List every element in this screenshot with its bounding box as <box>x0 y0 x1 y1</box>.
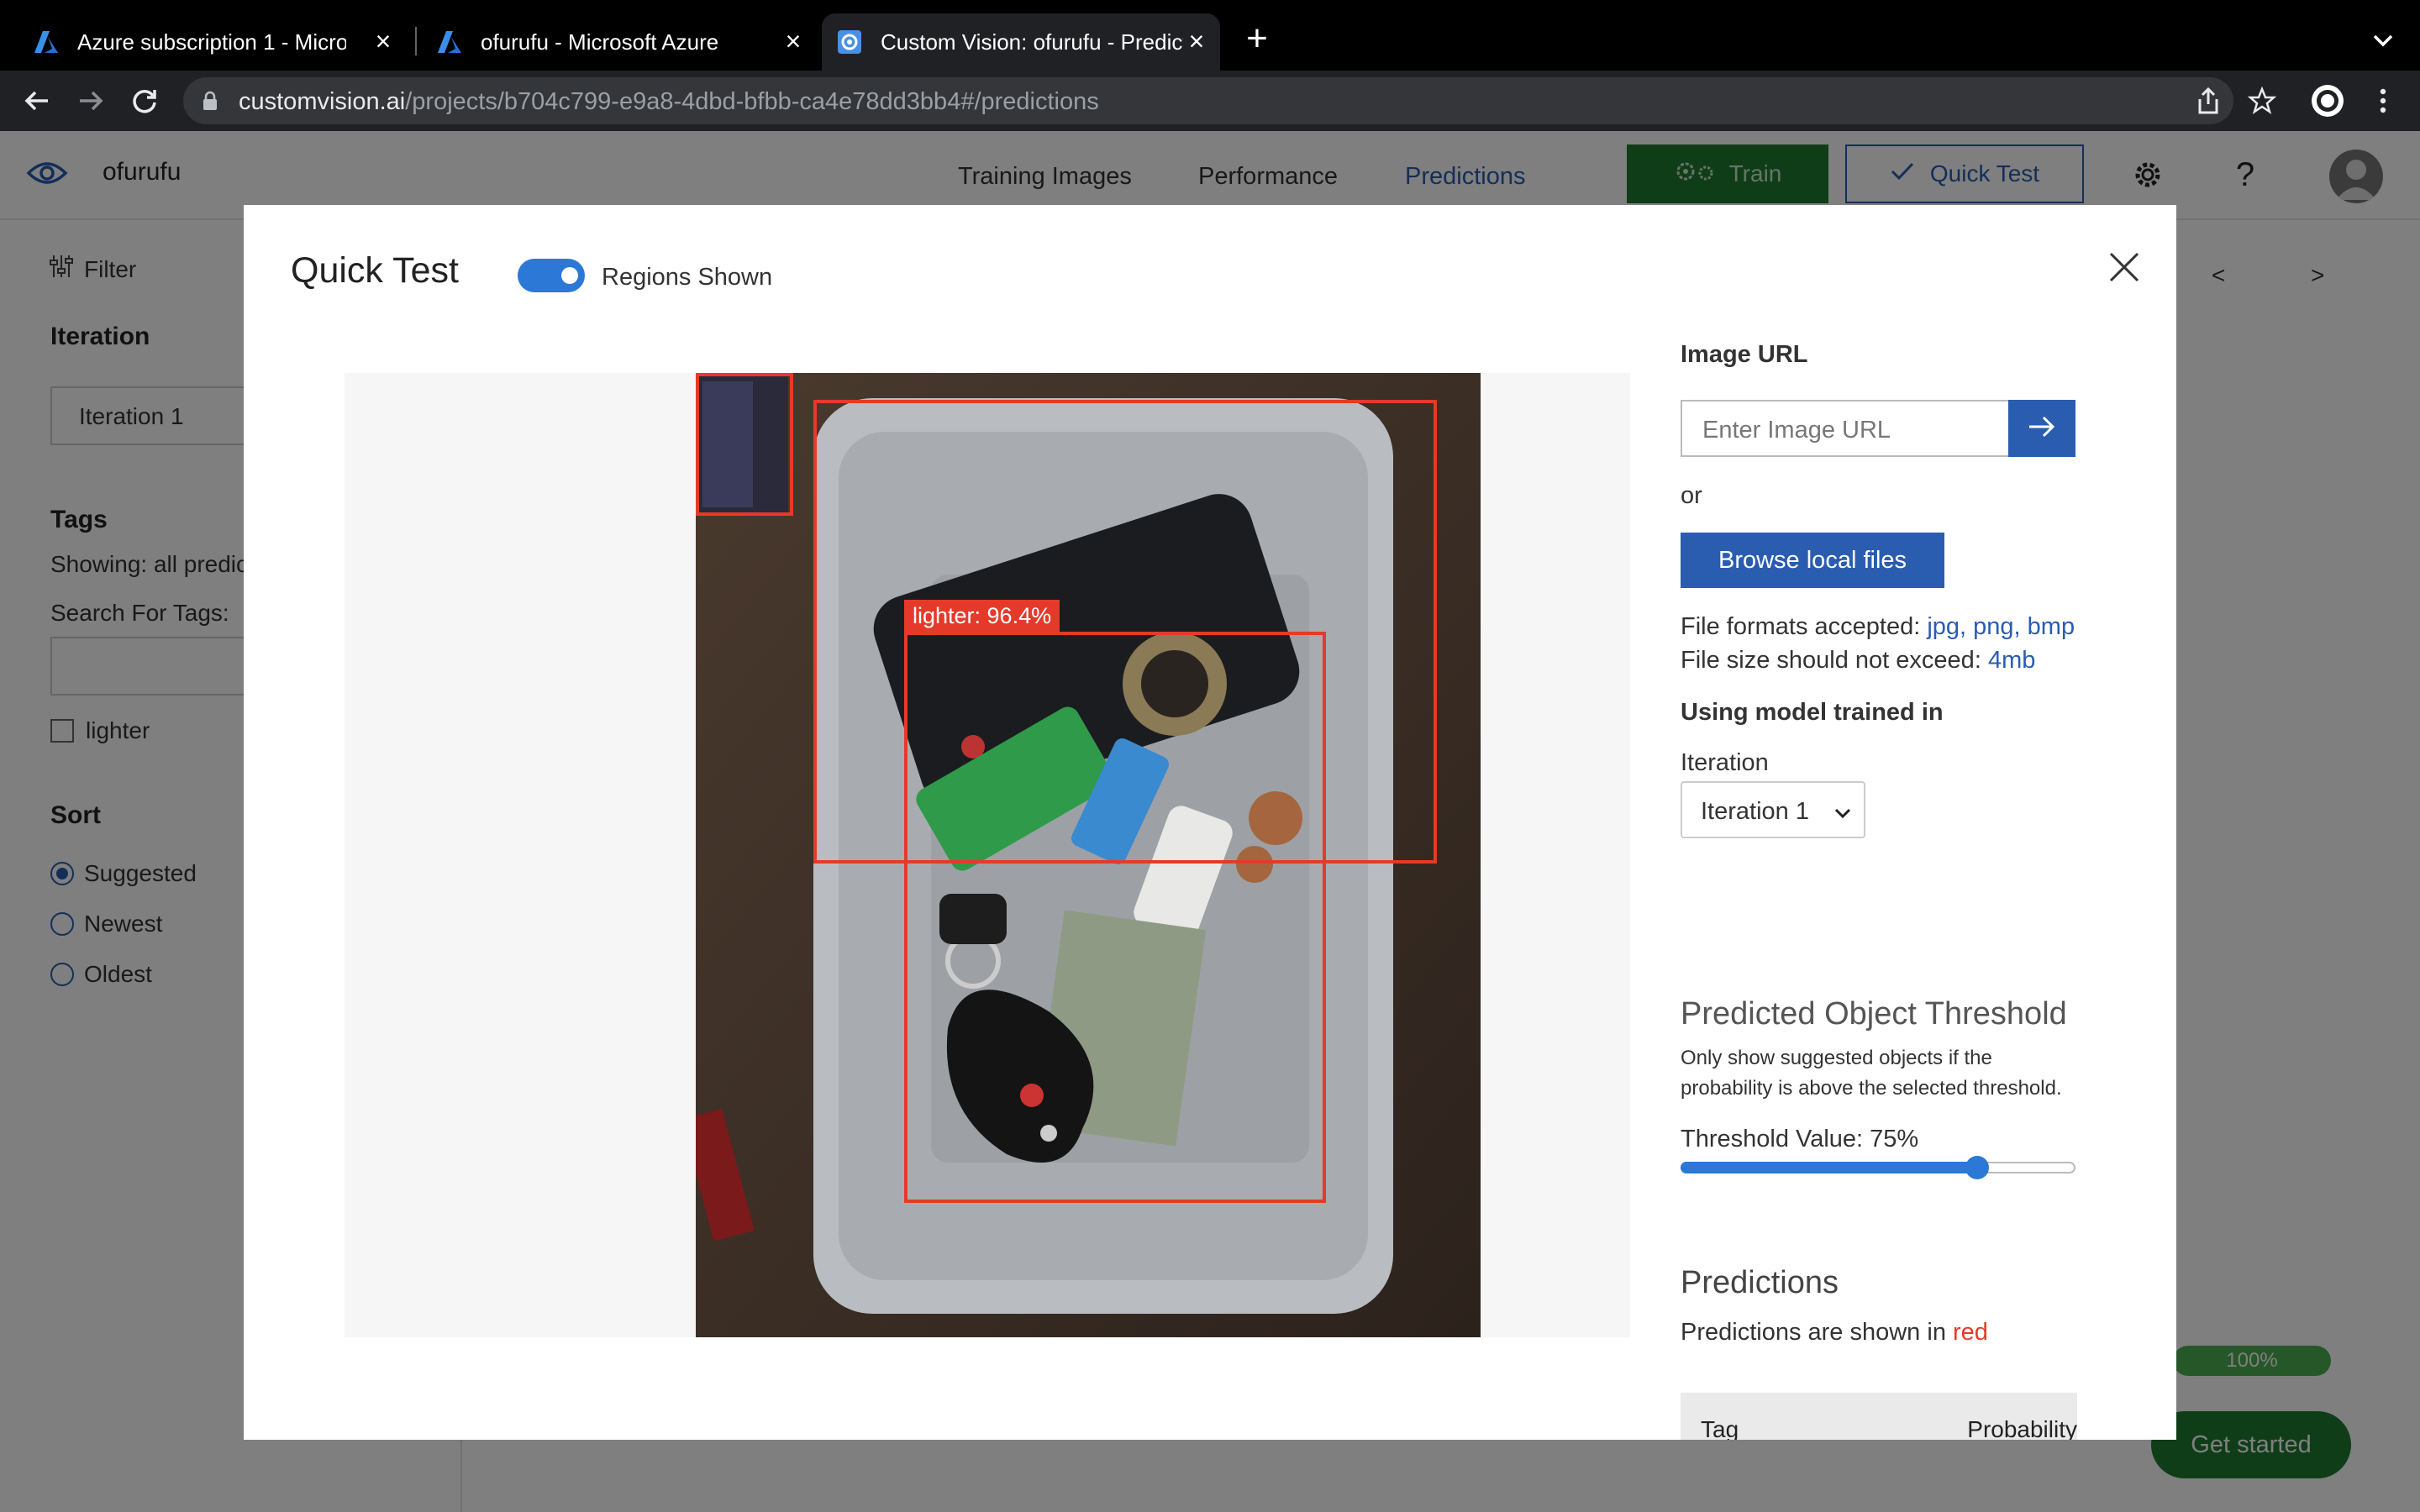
predictions-heading: Predictions <box>1681 1265 1839 1300</box>
back-arrow-icon[interactable] <box>17 81 57 121</box>
chevron-down-icon <box>1833 801 1852 820</box>
model-heading: Using model trained in <box>1681 699 1944 726</box>
azure-icon <box>34 29 59 55</box>
close-tab-icon[interactable]: × <box>1183 28 1210 55</box>
browse-local-files-button[interactable]: Browse local files <box>1681 533 1944 588</box>
omnibox[interactable]: customvision.ai/projects/b704c799-e9a8-4… <box>183 77 2233 124</box>
close-tab-icon[interactable]: × <box>780 28 807 55</box>
threshold-description: Only show suggested objects if the proba… <box>1681 1047 2062 1100</box>
or-text: or <box>1681 482 1702 509</box>
modal-title: Quick Test <box>291 250 459 291</box>
new-tab-icon[interactable]: + <box>1239 20 1276 59</box>
regions-shown-toggle[interactable] <box>518 259 585 292</box>
tab-title: Azure subscription 1 - Microsoft <box>77 29 346 55</box>
predictions-shown-text: Predictions are shown in red <box>1681 1319 1988 1346</box>
submit-url-button[interactable] <box>2008 400 2075 457</box>
azure-icon <box>437 29 462 55</box>
browser-tab-custom-vision[interactable]: Custom Vision: ofurufu - Predictions × <box>822 13 1220 71</box>
file-formats-link: jpg, png, bmp <box>1927 613 2075 640</box>
image-url-input[interactable]: Enter Image URL <box>1681 400 2010 457</box>
prediction-region[interactable] <box>696 373 793 516</box>
iteration-label: Iteration <box>1681 749 1769 776</box>
slider-thumb[interactable] <box>1965 1156 1989 1179</box>
image-url-label: Image URL <box>1681 341 1808 368</box>
predictions-table: Tag Probability <box>1681 1393 2077 1440</box>
iteration-dropdown[interactable]: Iteration 1 <box>1681 781 1865 838</box>
browser-address-bar: customvision.ai/projects/b704c799-e9a8-4… <box>0 71 2420 131</box>
reload-icon[interactable] <box>124 81 165 121</box>
profile-icon[interactable] <box>2307 81 2348 121</box>
bookmark-star-icon[interactable] <box>2242 81 2282 121</box>
table-header-probability: Probability <box>1967 1416 2077 1440</box>
browser-tab-bar: Azure subscription 1 - Microsoft × ofuru… <box>0 0 2420 71</box>
table-header-tag: Tag <box>1701 1416 1739 1440</box>
arrow-right-icon <box>2028 414 2056 444</box>
browser-tab-azure-subscription[interactable]: Azure subscription 1 - Microsoft × <box>0 13 420 71</box>
tab-separator <box>415 27 417 55</box>
prediction-region[interactable] <box>904 632 1326 1203</box>
chevron-down-icon[interactable] <box>2368 25 2398 55</box>
quick-test-modal: Quick Test Regions Shown lighter: 96.4% … <box>244 205 2176 1440</box>
more-menu-icon[interactable] <box>2363 81 2403 121</box>
threshold-heading: Predicted Object Threshold <box>1681 996 2067 1032</box>
threshold-value-label: Threshold Value: 75% <box>1681 1126 1919 1152</box>
file-size-text: File size should not exceed: 4mb <box>1681 647 2036 674</box>
regions-shown-label: Regions Shown <box>602 264 773 291</box>
share-icon[interactable] <box>2188 81 2228 121</box>
url-text: customvision.ai/projects/b704c799-e9a8-4… <box>239 88 1099 115</box>
tab-title: Custom Vision: ofurufu - Predictions <box>881 29 1183 55</box>
tab-title: ofurufu - Microsoft Azure <box>481 29 719 55</box>
forward-arrow-icon[interactable] <box>71 81 111 121</box>
close-icon[interactable] <box>2106 249 2143 286</box>
lock-icon <box>202 91 218 111</box>
test-image: lighter: 96.4% <box>696 373 1481 1337</box>
test-image-area: lighter: 96.4% <box>345 373 1630 1337</box>
prediction-label: lighter: 96.4% <box>904 600 1060 633</box>
threshold-slider[interactable] <box>1681 1156 2075 1179</box>
iteration-selected: Iteration 1 <box>1701 798 1809 825</box>
close-tab-icon[interactable]: × <box>370 28 397 55</box>
file-size-link: 4mb <box>1987 647 2036 674</box>
file-formats-text: File formats accepted: jpg, png, bmp <box>1681 613 2075 640</box>
custom-vision-icon <box>837 29 862 55</box>
browser-tab-ofurufu-azure[interactable]: ofurufu - Microsoft Azure × <box>420 13 815 71</box>
